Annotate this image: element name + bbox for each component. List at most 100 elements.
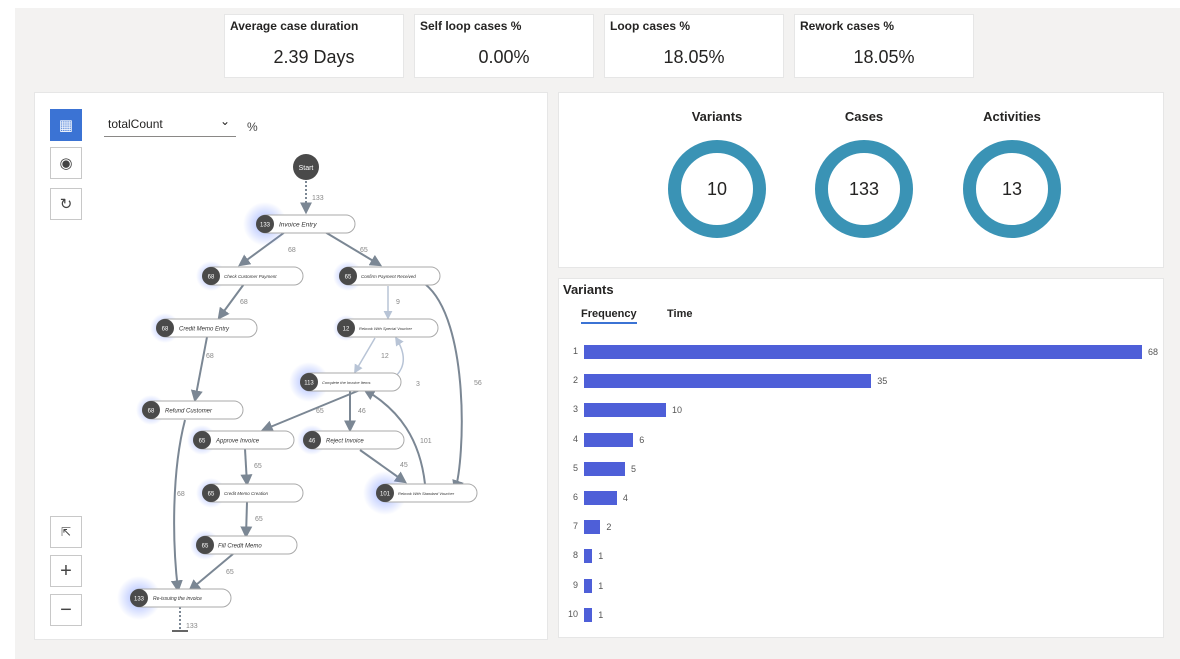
activity-node-credit-memo-entry[interactable]: 68 Credit Memo Entry <box>156 318 258 338</box>
bar-category-label: 6 <box>572 492 578 502</box>
node-count: 65 <box>202 544 209 550</box>
edge-credit-memo-creation-fill <box>240 501 253 539</box>
node-count: 65 <box>208 492 215 498</box>
activity-node-rebook-special-voucher[interactable]: 12 Rebook With Special Voucher <box>337 318 439 338</box>
node-count: 133 <box>260 223 271 229</box>
variant-bar[interactable] <box>584 403 667 418</box>
node-label: Confirm Payment Received <box>361 274 416 279</box>
edge-label: 3 <box>416 381 420 388</box>
metric-value: 13 <box>1001 178 1023 199</box>
metric-label-variants: Variants <box>691 109 743 124</box>
bar-category-label: 9 <box>572 579 578 590</box>
edge-label: 12 <box>381 353 389 360</box>
bar-value-label: 1 <box>598 609 604 620</box>
edge-invoice-entry-confirm-payment <box>324 231 383 267</box>
bar-value-label: 1 <box>598 580 604 591</box>
activity-node-check-customer-payment[interactable]: 68 Check Customer Payment <box>202 266 304 286</box>
node-count: 65 <box>345 275 352 281</box>
node-label: Credit Memo Entry <box>179 327 230 333</box>
bar-value-label: 10 <box>672 405 683 416</box>
edge-label: 133 <box>312 195 324 202</box>
edge-label: 68 <box>240 299 248 306</box>
node-count: 113 <box>304 381 314 387</box>
variant-bar[interactable] <box>584 607 593 622</box>
node-label: Fill Credit Memo <box>218 544 262 550</box>
node-label: Check Customer Payment <box>224 274 277 279</box>
variant-bar[interactable] <box>584 491 617 505</box>
bar-category-label: 2 <box>572 375 578 386</box>
start-label: Start <box>299 165 314 172</box>
node-label: Complete the Invoice Items <box>322 380 370 385</box>
node-label: Reject Invoice <box>326 439 364 445</box>
node-label: Invoice Entry <box>279 222 317 229</box>
edge-label: 68 <box>206 353 214 360</box>
variants-title: Variants <box>563 282 614 297</box>
node-count: 65 <box>199 439 206 445</box>
bar-category-label: 10 <box>567 608 578 619</box>
bar-value-label: 6 <box>639 434 645 445</box>
activity-node-complete-invoice-items[interactable]: 113 Complete the Invoice Items <box>300 372 402 392</box>
edge-rebook-special-complete <box>354 337 376 374</box>
variant-bar[interactable] <box>584 345 1142 359</box>
node-label: Rebook With Special Voucher <box>359 326 413 331</box>
bar-value-label: 1 <box>598 551 604 562</box>
node-count: 12 <box>343 327 350 333</box>
bar-value-label: 35 <box>877 376 888 387</box>
bar-category-label: 7 <box>572 521 578 532</box>
metric-value: 133 <box>848 178 880 199</box>
activity-node-rebook-standard-voucher[interactable]: 101 Rebook With Standard Voucher <box>376 483 478 503</box>
metric-donut-cases: 133 <box>815 140 913 238</box>
bar-category-label: 5 <box>572 462 578 473</box>
tab-time[interactable]: Time <box>667 308 692 320</box>
activity-node-refund-customer[interactable]: 68 Refund Customer <box>142 400 244 420</box>
edge-refund-reissue <box>170 419 186 593</box>
node-label: Approve Invoice <box>215 439 260 445</box>
activity-node-reissuing-invoice[interactable]: 133 Re-issuing the invoice <box>130 588 232 608</box>
node-label: Rebook With Standard Voucher <box>398 491 455 496</box>
activity-node-fill-credit-memo[interactable]: 65 Fill Credit Memo <box>196 535 298 555</box>
variant-bar[interactable] <box>584 432 634 447</box>
edge-label: 68 <box>288 247 296 254</box>
bar-value-label: 2 <box>606 522 612 533</box>
activity-node-approve-invoice[interactable]: 65 Approve Invoice <box>193 430 295 450</box>
bar-value-label: 5 <box>631 463 637 474</box>
node-count: 101 <box>380 492 391 498</box>
edge-label: 68 <box>177 491 185 498</box>
activity-node-confirm-payment-received[interactable]: 65 Confirm Payment Received <box>339 266 441 286</box>
edge-label: 45 <box>400 462 408 469</box>
bar-value-label: 4 <box>622 493 628 503</box>
bar-category-label: 1 <box>572 346 578 356</box>
node-count: 68 <box>148 409 155 415</box>
edge-label: 101 <box>420 438 432 445</box>
tab-frequency[interactable]: Frequency <box>581 308 637 324</box>
edge-label: 46 <box>358 408 366 415</box>
edge-credit-memo-entry-refund <box>190 336 208 403</box>
bar-category-label: 8 <box>572 550 578 561</box>
node-count: 68 <box>208 275 215 281</box>
edge-label: 56 <box>474 380 482 387</box>
activity-node-invoice-entry[interactable]: 133 Invoice Entry <box>256 214 356 234</box>
variants-panel <box>558 278 1164 638</box>
node-count: 133 <box>134 597 145 603</box>
node-count: 46 <box>309 439 316 445</box>
edge-label: 65 <box>255 516 263 523</box>
metric-value: 10 <box>706 178 728 199</box>
edge-label: 9 <box>396 299 400 306</box>
activity-node-credit-memo-creation[interactable]: 65 Credit Memo Creation <box>202 483 304 503</box>
variant-bar[interactable] <box>584 578 593 593</box>
node-label: Credit Memo Creation <box>224 491 269 496</box>
metric-label-cases: Cases <box>844 109 884 124</box>
variant-bar[interactable] <box>584 374 872 389</box>
edge-label: 133 <box>186 623 198 630</box>
variant-bar[interactable] <box>584 461 626 476</box>
bar-category-label: 3 <box>572 404 578 415</box>
edge-confirm-payment-rebook-standard <box>424 283 464 493</box>
edge-label: 65 <box>226 569 234 576</box>
bar-value-label: 68 <box>1148 347 1159 357</box>
activity-node-reject-invoice[interactable]: 46 Reject Invoice <box>303 430 405 450</box>
variant-bar[interactable] <box>584 520 601 535</box>
node-label: Re-issuing the invoice <box>153 596 202 602</box>
variant-bar[interactable] <box>584 549 593 564</box>
edge-approve-credit-memo-creation <box>240 448 253 487</box>
edge-label: 65 <box>254 463 262 470</box>
